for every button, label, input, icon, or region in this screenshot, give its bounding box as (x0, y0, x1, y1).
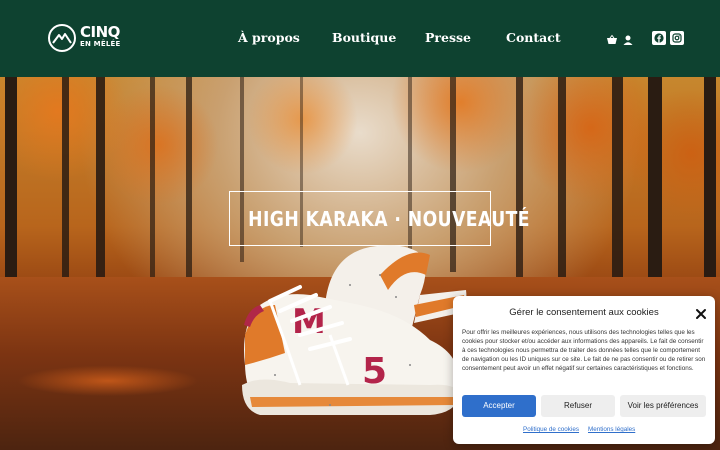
nav-link-boutique[interactable]: Boutique (332, 30, 396, 45)
svg-text:5: 5 (362, 351, 387, 392)
nav-link-a-propos[interactable]: À propos (238, 30, 300, 45)
tree-trunk (516, 77, 523, 287)
consent-title: Gérer le consentement aux cookies (509, 307, 659, 318)
svg-text:M: M (292, 302, 326, 342)
sneaker-image: M 5 (230, 235, 470, 429)
cookie-policy-link[interactable]: Politique de cookies (523, 426, 579, 433)
user-icon[interactable] (622, 31, 634, 45)
view-preferences-button[interactable]: Voir les préférences (620, 395, 706, 417)
tree-trunk (5, 77, 17, 307)
accept-button[interactable]: Accepter (462, 395, 536, 417)
tree-trunk (96, 77, 105, 297)
tree-trunk (558, 77, 566, 297)
hero-headline: HIGH KARAKA · NOUVEAUTÉ (248, 207, 530, 231)
logo-subtitle: EN MÊLÉE (80, 40, 121, 48)
logo-word: CINQ (80, 23, 120, 41)
cookie-consent-dialog: Gérer le consentement aux cookies Pour o… (453, 296, 715, 444)
site-header: CINQ EN MÊLÉE À propos Boutique Presse C… (0, 0, 720, 77)
instagram-icon[interactable] (670, 31, 684, 45)
facebook-icon[interactable] (652, 31, 666, 45)
cart-icon[interactable] (606, 31, 618, 44)
tree-trunk (62, 77, 69, 292)
tree-trunk (150, 77, 155, 277)
site-logo[interactable]: CINQ EN MÊLÉE (48, 24, 124, 52)
close-icon[interactable] (695, 305, 707, 319)
mountain-logo-icon (48, 24, 76, 52)
legal-notice-link[interactable]: Mentions légales (588, 426, 635, 433)
tree-trunk (612, 77, 623, 307)
refuse-button[interactable]: Refuser (541, 395, 615, 417)
nav-link-presse[interactable]: Presse (425, 30, 471, 45)
nav-link-contact[interactable]: Contact (506, 30, 561, 45)
consent-text: Pour offrir les meilleures expériences, … (462, 329, 706, 372)
tree-trunk (186, 77, 192, 282)
